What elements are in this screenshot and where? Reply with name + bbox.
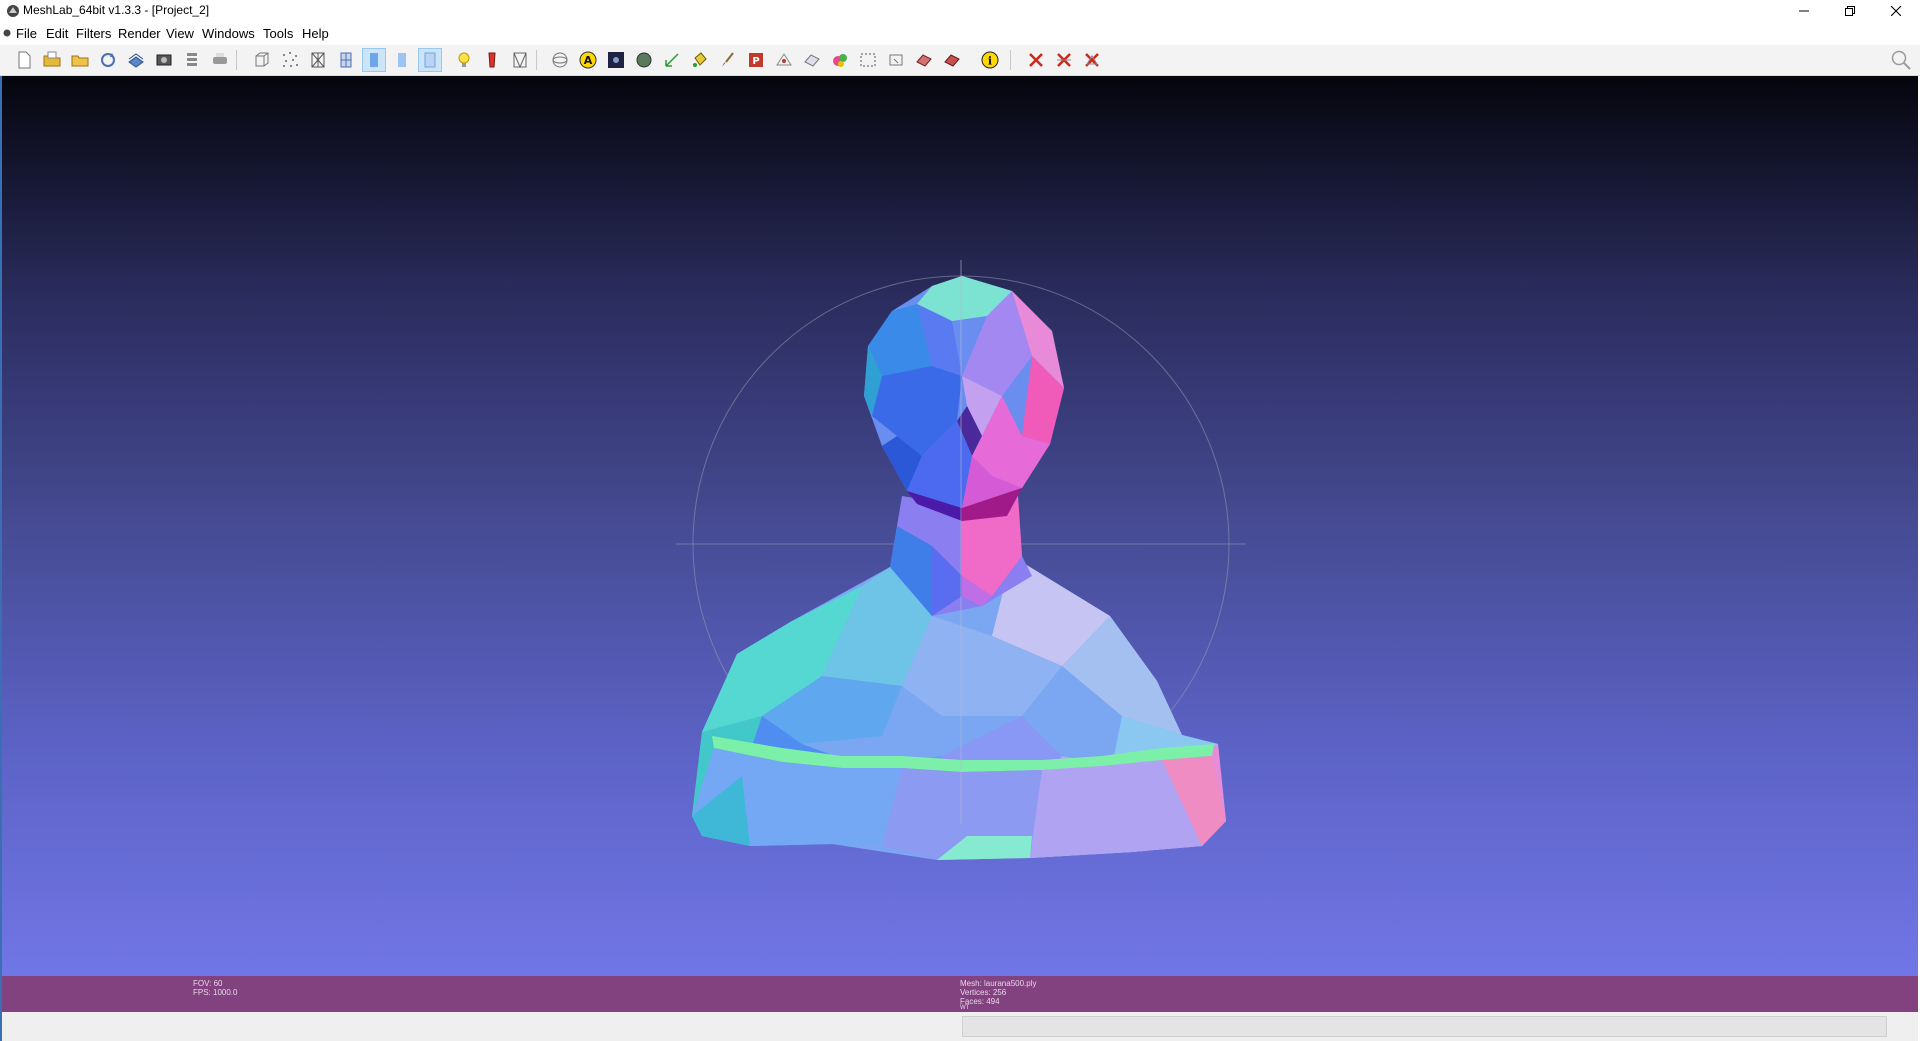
snapshot-camera-icon[interactable] xyxy=(152,48,176,72)
color-paint-icon[interactable] xyxy=(828,48,852,72)
print-icon[interactable] xyxy=(208,48,232,72)
mesh-name-readout: Mesh: laurana500.ply xyxy=(960,979,1037,988)
bounding-box-icon[interactable] xyxy=(250,48,274,72)
restore-button[interactable] xyxy=(1827,0,1873,22)
restore-icon xyxy=(1845,6,1855,16)
status-bar xyxy=(2,1012,1918,1041)
menu-view[interactable]: View xyxy=(166,26,194,41)
menu-render[interactable]: Render xyxy=(118,26,161,41)
align-icon[interactable] xyxy=(912,48,936,72)
hidden-lines-icon[interactable] xyxy=(334,48,358,72)
menu-bar: File Edit Filters Render View Windows To… xyxy=(0,23,1920,56)
delete-selected-icon[interactable] xyxy=(1080,48,1104,72)
minimize-button[interactable] xyxy=(1781,0,1827,22)
manipulator-icon[interactable] xyxy=(548,48,572,72)
menu-tools[interactable]: Tools xyxy=(263,26,293,41)
reload-icon[interactable] xyxy=(96,48,120,72)
menu-filters[interactable]: Filters xyxy=(76,26,111,41)
menu-edit[interactable]: Edit xyxy=(46,26,68,41)
wireframe-icon[interactable] xyxy=(306,48,330,72)
svg-text:P: P xyxy=(752,56,759,67)
document-icon[interactable] xyxy=(3,29,11,37)
import-mesh-icon[interactable] xyxy=(68,48,92,72)
svg-text:A: A xyxy=(584,54,593,67)
back-face-icon[interactable] xyxy=(508,48,532,72)
new-document-icon[interactable] xyxy=(12,48,36,72)
menu-file[interactable]: File xyxy=(16,26,37,41)
smooth-shading-icon[interactable] xyxy=(390,48,414,72)
info-panel: FOV: 60 FPS: 1000.0 Mesh: laurana500.ply… xyxy=(2,976,1918,1012)
reference-icon[interactable] xyxy=(884,48,908,72)
layers-icon[interactable] xyxy=(180,48,204,72)
meshlab-app-icon xyxy=(7,5,19,17)
close-icon xyxy=(1891,6,1901,16)
color-icon[interactable] xyxy=(480,48,504,72)
search-icon[interactable] xyxy=(1890,49,1912,71)
info-icon[interactable]: i xyxy=(978,48,1002,72)
paint-bucket-icon[interactable] xyxy=(688,48,712,72)
mutual-info-icon[interactable] xyxy=(940,48,964,72)
window-title: MeshLab_64bit v1.3.3 - [Project_2] xyxy=(23,3,210,17)
measure-icon[interactable] xyxy=(660,48,684,72)
sphere-icon[interactable] xyxy=(632,48,656,72)
main-toolbar: A P i xyxy=(0,45,1920,76)
mesh-scene xyxy=(676,260,1246,860)
menu-windows[interactable]: Windows xyxy=(202,26,255,41)
fps-readout: FPS: 1000.0 xyxy=(193,988,238,997)
brush-icon[interactable] xyxy=(716,48,740,72)
flat-shading-icon[interactable] xyxy=(362,48,386,72)
light-bulb-icon[interactable] xyxy=(452,48,476,72)
save-snapshot-icon[interactable] xyxy=(124,48,148,72)
points-icon[interactable] xyxy=(278,48,302,72)
raster-icon[interactable] xyxy=(604,48,628,72)
fov-readout: FOV: 60 xyxy=(193,979,223,988)
select-vertices-icon[interactable] xyxy=(800,48,824,72)
minimize-icon xyxy=(1799,10,1809,12)
annotation-icon[interactable]: A xyxy=(576,48,600,72)
delete-faces-icon[interactable] xyxy=(1024,48,1048,72)
close-button[interactable] xyxy=(1873,0,1919,22)
select-faces-icon[interactable] xyxy=(772,48,796,72)
select-region-icon[interactable] xyxy=(856,48,880,72)
menu-help[interactable]: Help xyxy=(302,26,329,41)
wt-readout: WT xyxy=(960,1005,970,1011)
vertices-readout: Vertices: 256 xyxy=(960,988,1007,997)
svg-text:i: i xyxy=(988,55,992,68)
render-viewport[interactable] xyxy=(2,76,1918,976)
status-message-box xyxy=(962,1016,1887,1037)
delete-vertices-icon[interactable] xyxy=(1052,48,1076,72)
open-project-icon[interactable] xyxy=(40,48,64,72)
texture-icon[interactable] xyxy=(418,48,442,72)
pickpoint-icon[interactable]: P xyxy=(744,48,768,72)
title-bar: MeshLab_64bit v1.3.3 - [Project_2] xyxy=(0,0,1920,22)
bust-mesh xyxy=(692,276,1226,860)
